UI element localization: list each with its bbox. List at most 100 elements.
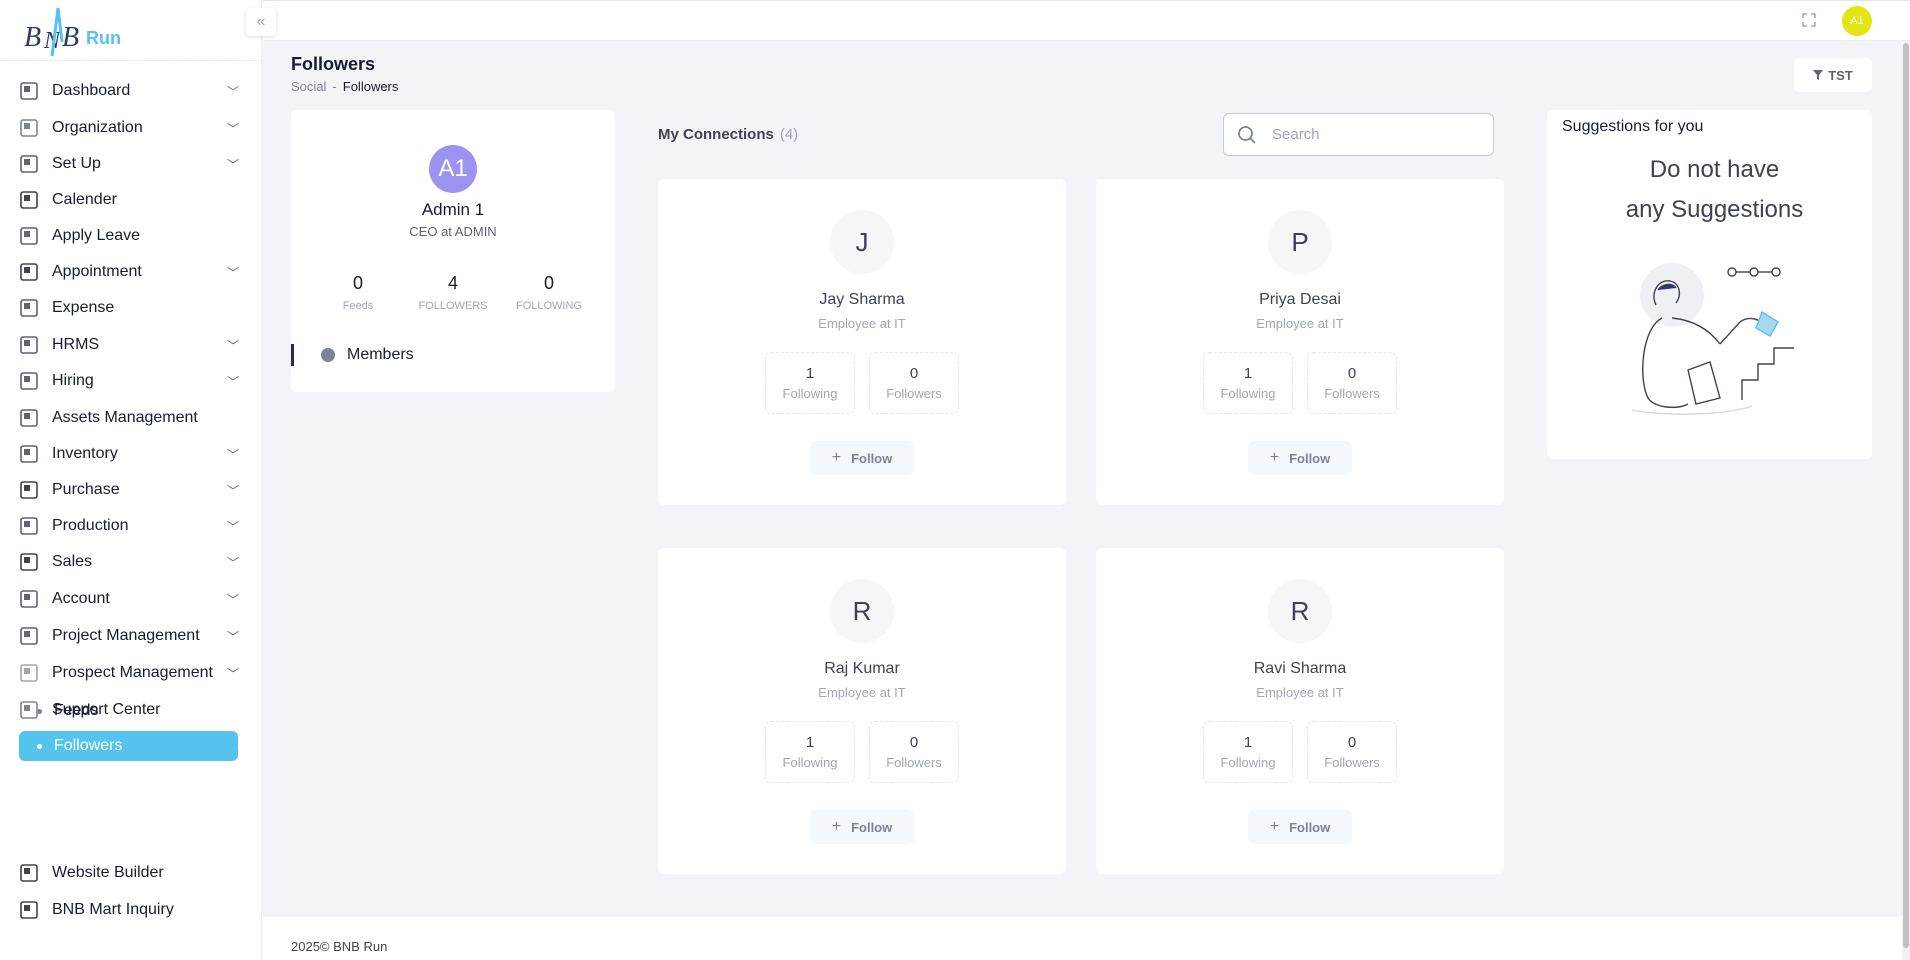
document-icon [18,117,40,139]
sidebar-subitem-followers[interactable]: Followers [19,731,238,761]
stat-value: 4 [447,273,458,293]
fullscreen-icon[interactable] [1800,11,1818,29]
stat-label: Following [782,755,838,770]
sales-icon [18,551,40,573]
project-icon [18,625,40,647]
search-box[interactable] [1223,113,1494,156]
filter-icon [1813,70,1824,80]
assets-icon [18,407,40,429]
connection-avatar[interactable]: R [830,579,894,643]
sidebar-item-website-builder[interactable]: Website Builder [18,858,240,888]
sidebar-item-account[interactable]: Account ﹀ [18,584,240,614]
user-avatar[interactable]: A1 [1842,6,1872,36]
lifebuoy-icon [18,225,40,247]
connection-following-stat: 1 Following [765,352,855,414]
chevron-down-icon: ﹀ [226,121,239,136]
connection-avatar[interactable]: R [1268,579,1332,643]
suggestions-title: Suggestions for you [1562,118,1704,135]
bank-icon [18,588,40,610]
hrms-icon [18,334,40,356]
sidebar-item-apply-leave[interactable]: Apply Leave [18,221,240,251]
sidebar-item-prospect-management[interactable]: Prospect Management ﹀ [18,658,240,688]
bnb-run-logo[interactable]: B N B Run [22,6,132,58]
connection-avatar[interactable]: J [830,210,894,274]
sidebar-item-purchase[interactable]: Purchase ﹀ [18,475,240,505]
follow-button[interactable]: + Follow [810,810,914,844]
sidebar-item-organization[interactable]: Organization ﹀ [18,113,240,143]
plus-icon: + [1269,818,1280,835]
follow-button-label: Follow [851,450,893,466]
search-input[interactable] [1272,126,1472,143]
sidebar-item-label: Expense [52,299,115,316]
sidebar-item-project-management[interactable]: Project Management ﹀ [18,621,240,651]
connection-followers-stat: 0 Followers [1307,352,1397,414]
connections-title: My Connections (4) [658,126,798,143]
hiring-icon [18,370,40,392]
members-menu-item[interactable]: Members [291,344,491,366]
footer-copyright: 2025© BNB Run [291,939,388,954]
connections-count: (4) [779,126,799,143]
stat-label: FOLLOWERS [418,300,488,312]
profile-stat-following: 0 FOLLOWING [509,273,589,312]
sidebar-item-sales[interactable]: Sales ﹀ [18,547,240,577]
sidebar-item-hrms[interactable]: HRMS ﹀ [18,330,240,360]
sidebar-item-dashboard[interactable]: Dashboard ﹀ [18,76,240,106]
inventory-icon [18,443,40,465]
sidebar-item-expense[interactable]: Expense [18,293,240,323]
sidebar-item-calender[interactable]: Calender [18,185,240,215]
connection-card: J Jay Sharma Employee at IT 1 Following 0 Foll… [658,179,1066,505]
chevron-down-icon: ﹀ [226,447,239,462]
sidebar-item-label: Production [52,517,129,534]
collapse-sidebar-button[interactable]: « [246,8,276,36]
svg-text:B: B [62,22,79,53]
connection-role: Employee at IT [1256,685,1344,700]
breadcrumb-current: Followers [342,79,399,94]
sidebar-subitem-feeds[interactable]: Feeds [19,696,238,726]
connection-name[interactable]: Ravi Sharma [1096,660,1504,678]
connection-card: P Priya Desai Employee at IT 1 Following 0 Fol… [1096,179,1504,505]
follow-button[interactable]: + Follow [810,441,914,475]
stat-label: Feeds [342,300,374,312]
sidebar-item-hiring[interactable]: Hiring ﹀ [18,366,240,396]
stat-value: 1 [805,734,815,751]
svg-text:B: B [24,22,41,53]
expense-icon [18,297,40,319]
dashboard-icon [18,80,40,102]
connection-avatar[interactable]: P [1268,210,1332,274]
sidebar-item-production[interactable]: Production ﹀ [18,511,240,541]
sidebar-item-appointment[interactable]: Appointment ﹀ [18,257,240,287]
connection-name[interactable]: Priya Desai [1096,291,1504,309]
follow-button[interactable]: + Follow [1248,810,1352,844]
chevron-down-icon: ﹀ [226,629,239,644]
follow-button[interactable]: + Follow [1248,441,1352,475]
suggestions-card: Suggestions for you Do not have any Sugg… [1547,110,1872,459]
page-scrollbar-thumb[interactable] [1903,43,1909,948]
members-label: Members [347,346,414,363]
profile-stat-followers: 4 FOLLOWERS [413,273,493,312]
stat-value: 0 [1347,365,1357,382]
connection-role: Employee at IT [818,316,906,331]
empty-suggestions-illustration [1631,263,1794,415]
active-indicator [291,344,294,366]
sidebar-subitem-label: Feeds [54,702,99,719]
breadcrumb: Social - Followers [291,79,398,94]
sidebar-item-label: Purchase [52,481,120,498]
connection-card: R Ravi Sharma Employee at IT 1 Following 0 Fol… [1096,548,1504,874]
sidebar: B N B Run Dashboard ﹀ Organization ﹀ Set Up ﹀… [0,0,262,960]
stat-label: Followers [886,386,942,401]
connection-name[interactable]: Raj Kumar [658,660,1066,678]
breadcrumb-social[interactable]: Social [291,79,326,94]
connection-following-stat: 1 Following [1203,352,1293,414]
sidebar-item-assets-management[interactable]: Assets Management [18,403,240,433]
chevron-down-icon: ﹀ [226,84,239,99]
connection-card: R Raj Kumar Employee at IT 1 Following 0 Follo… [658,548,1066,874]
sidebar-item-bnb-mart-inquiry[interactable]: BNB Mart Inquiry [18,895,240,925]
sidebar-item-set-up[interactable]: Set Up ﹀ [18,149,240,179]
filter-button[interactable]: TST [1794,58,1872,92]
sidebar-item-inventory[interactable]: Inventory ﹀ [18,439,240,469]
plus-icon: + [831,818,842,835]
stat-value: 0 [1347,734,1357,751]
connection-name[interactable]: Jay Sharma [658,291,1066,309]
sidebar-item-label: Calender [52,191,117,208]
chevron-down-icon: ﹀ [226,157,239,172]
